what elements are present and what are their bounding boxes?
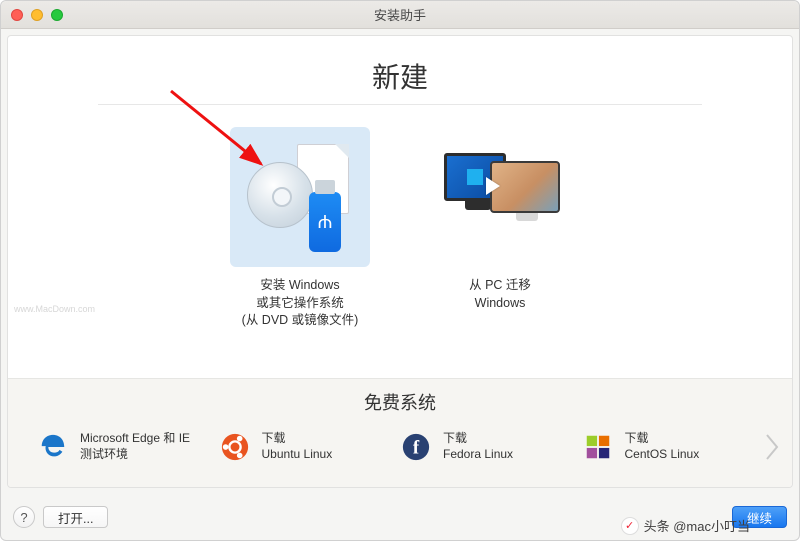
page-title: 新建 <box>8 56 792 96</box>
free-item-centos[interactable]: 下载 CentOS Linux <box>581 430 763 464</box>
free-item-ubuntu[interactable]: 下载 Ubuntu Linux <box>218 430 400 464</box>
chevron-right-icon[interactable] <box>762 425 782 469</box>
free-item-fedora[interactable]: f 下载 Fedora Linux <box>399 430 581 464</box>
content-area: www.MacDown.com 新建 安装 Windows 或其它操 <box>7 35 793 488</box>
option-label-line: 或其它操作系统 <box>242 295 359 313</box>
option-label: 安装 Windows 或其它操作系统 (从 DVD 或镜像文件) <box>242 277 359 330</box>
installation-assistant-window: 安装助手 www.MacDown.com 新建 安装 Window <box>0 0 800 541</box>
watermark: ✓ 头条 @mac小叮当 <box>621 516 750 535</box>
fedora-icon: f <box>399 430 433 464</box>
edge-icon <box>36 430 70 464</box>
free-item-line: 下载 <box>625 431 700 447</box>
option-label-line: (从 DVD 或镜像文件) <box>242 312 359 330</box>
free-item-line: Microsoft Edge 和 IE <box>80 431 190 447</box>
option-label-line: 安装 Windows <box>242 277 359 295</box>
install-from-media-tile[interactable] <box>230 127 370 267</box>
options-row: 安装 Windows 或其它操作系统 (从 DVD 或镜像文件) 从 PC 迁移… <box>8 127 792 330</box>
svg-text:f: f <box>413 438 420 459</box>
divider <box>98 104 702 105</box>
ubuntu-icon <box>218 430 252 464</box>
close-icon[interactable] <box>11 9 23 21</box>
watermark-text: 头条 @mac小叮当 <box>644 516 750 535</box>
free-item-line: 下载 <box>262 431 333 447</box>
free-systems-panel: 免费系统 Microsoft Edge 和 IE 测试环境 <box>8 378 792 487</box>
free-item-line: 下载 <box>443 431 513 447</box>
free-item-edge-ie[interactable]: Microsoft Edge 和 IE 测试环境 <box>36 430 218 464</box>
free-item-line: CentOS Linux <box>625 447 700 463</box>
option-install-windows[interactable]: 安装 Windows 或其它操作系统 (从 DVD 或镜像文件) <box>220 127 380 330</box>
free-systems-title: 免费系统 <box>8 379 792 425</box>
free-item-text: Microsoft Edge 和 IE 测试环境 <box>80 431 190 462</box>
migrate-from-pc-tile[interactable] <box>430 127 570 267</box>
continue-button-label: 继续 <box>747 508 772 527</box>
free-item-text: 下载 Fedora Linux <box>443 431 513 462</box>
window-title: 安装助手 <box>1 5 799 24</box>
install-media-icon <box>245 142 355 252</box>
migrate-pc-icon <box>440 147 560 247</box>
free-item-line: Ubuntu Linux <box>262 447 333 463</box>
help-button[interactable]: ? <box>13 506 35 528</box>
option-label-line: Windows <box>469 295 531 313</box>
free-item-text: 下载 Ubuntu Linux <box>262 431 333 462</box>
centos-icon <box>581 430 615 464</box>
free-systems-row: Microsoft Edge 和 IE 测试环境 下载 Ubuntu Linux <box>8 425 792 487</box>
free-item-line: Fedora Linux <box>443 447 513 463</box>
option-label: 从 PC 迁移 Windows <box>469 277 531 312</box>
option-label-line: 从 PC 迁移 <box>469 277 531 295</box>
open-button-label: 打开... <box>58 508 93 527</box>
free-item-line: 测试环境 <box>80 447 190 463</box>
option-migrate-from-pc[interactable]: 从 PC 迁移 Windows <box>420 127 580 330</box>
avatar-icon: ✓ <box>621 517 639 535</box>
minimize-icon[interactable] <box>31 9 43 21</box>
traffic-lights <box>11 9 63 21</box>
free-item-text: 下载 CentOS Linux <box>625 431 700 462</box>
open-button[interactable]: 打开... <box>43 506 108 528</box>
fullscreen-icon[interactable] <box>51 9 63 21</box>
titlebar: 安装助手 <box>1 1 799 29</box>
watermark-small: www.MacDown.com <box>14 304 95 314</box>
help-icon: ? <box>20 510 27 525</box>
